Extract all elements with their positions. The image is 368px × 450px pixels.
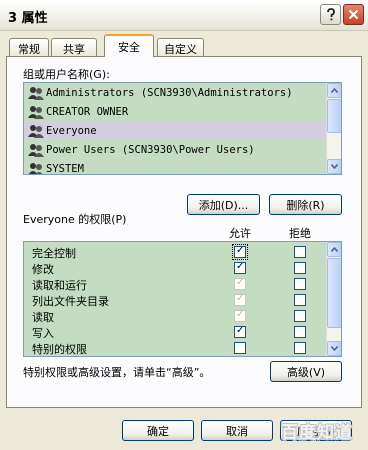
- permission-list[interactable]: 完全控制 ✓ 修改 ✓ 读取和运行 ✓ 列出文件夹目录 ✓ 读取 ✓ 写入 ✓: [23, 241, 342, 357]
- check-icon: ✓: [236, 277, 245, 288]
- permissions-label: Everyone 的权限(P): [23, 213, 127, 226]
- tab-general[interactable]: 常规: [9, 38, 49, 56]
- user-item-creator-owner[interactable]: CREATOR OWNER: [24, 102, 327, 121]
- question-icon: [326, 8, 335, 21]
- add-button-label: 添加(D)...: [198, 198, 249, 212]
- title-bar: 3 属性: [0, 0, 368, 31]
- chevron-down-icon: [331, 164, 338, 169]
- allow-checkbox[interactable]: [234, 342, 246, 354]
- check-icon: ✓: [236, 261, 245, 272]
- user-name: Everyone: [46, 124, 97, 137]
- tab-label: 安全: [118, 41, 140, 54]
- scroll-up-button[interactable]: [327, 242, 341, 257]
- permission-name: 读取和运行: [32, 279, 87, 292]
- tab-label: 自定义: [164, 43, 197, 56]
- ok-button[interactable]: 确定: [122, 420, 194, 441]
- permission-row-read: 读取 ✓: [24, 308, 327, 324]
- permission-row-list-folder: 列出文件夹目录 ✓: [24, 292, 327, 308]
- cancel-button[interactable]: 取消: [201, 420, 273, 441]
- deny-checkbox[interactable]: [294, 342, 306, 354]
- deny-column-header: 拒绝: [289, 227, 311, 240]
- tab-sharing[interactable]: 共享: [51, 38, 97, 56]
- permission-row-write: 写入 ✓: [24, 324, 327, 340]
- help-button[interactable]: [320, 4, 341, 25]
- permission-name: 列出文件夹目录: [32, 295, 109, 308]
- user-item-administrators[interactable]: Administrators (SCN3930\Administrators): [24, 83, 327, 102]
- watermark-logo: 百度知道: [281, 423, 353, 443]
- user-group-icon: [28, 86, 44, 100]
- permission-list-scrollbar[interactable]: [326, 242, 341, 356]
- user-list-scrollbar[interactable]: [326, 83, 341, 174]
- cancel-button-label: 取消: [226, 424, 248, 438]
- user-group-icon: [28, 162, 43, 174]
- check-icon: ✓: [236, 245, 245, 256]
- scroll-down-button[interactable]: [327, 341, 341, 356]
- add-user-button[interactable]: 添加(D)...: [187, 194, 260, 215]
- user-list[interactable]: Administrators (SCN3930\Administrators) …: [23, 82, 342, 175]
- user-list-area: Administrators (SCN3930\Administrators) …: [24, 83, 327, 174]
- user-item-power-users[interactable]: Power Users (SCN3930\Power Users): [24, 140, 327, 159]
- permission-row-full-control: 完全控制 ✓: [24, 244, 327, 260]
- tab-label: 共享: [63, 43, 85, 56]
- permission-name: 修改: [32, 263, 54, 276]
- advanced-button[interactable]: 高级(V): [270, 361, 342, 382]
- deny-checkbox[interactable]: [294, 278, 306, 290]
- user-item-system[interactable]: SYSTEM: [24, 159, 327, 174]
- permission-name: 特别的权限: [32, 343, 87, 356]
- advanced-hint-text: 特别权限或高级设置，请单击“高级”。: [23, 366, 211, 379]
- tab-custom[interactable]: 自定义: [157, 38, 204, 56]
- allow-checkbox: ✓: [234, 309, 246, 322]
- permission-row-special: 特别的权限: [24, 340, 327, 356]
- remove-user-button[interactable]: 删除(R): [269, 194, 342, 215]
- deny-checkbox[interactable]: [294, 310, 306, 322]
- deny-checkbox[interactable]: [294, 326, 306, 338]
- allow-checkbox: ✓: [234, 293, 246, 306]
- check-icon: ✓: [236, 325, 245, 336]
- allow-checkbox[interactable]: ✓: [232, 244, 248, 260]
- user-name: CREATOR OWNER: [46, 105, 129, 118]
- scroll-thumb[interactable]: [327, 258, 341, 328]
- scroll-down-button[interactable]: [327, 159, 341, 174]
- user-group-icon: [28, 143, 44, 157]
- chevron-up-icon: [331, 247, 338, 252]
- permission-name: 读取: [32, 311, 54, 324]
- check-icon: ✓: [236, 309, 245, 320]
- permission-row-read-execute: 读取和运行 ✓: [24, 276, 327, 292]
- user-name: SYSTEM: [46, 162, 84, 175]
- advanced-button-label: 高级(V): [286, 365, 326, 379]
- window-title: 3 属性: [8, 11, 48, 26]
- permission-name: 写入: [32, 327, 54, 340]
- chevron-down-icon: [331, 346, 338, 351]
- permission-list-area: 完全控制 ✓ 修改 ✓ 读取和运行 ✓ 列出文件夹目录 ✓ 读取 ✓ 写入 ✓: [24, 242, 327, 356]
- allow-checkbox[interactable]: ✓: [234, 325, 246, 338]
- tab-label: 常规: [18, 43, 40, 56]
- check-icon: ✓: [236, 293, 245, 304]
- allow-checkbox[interactable]: ✓: [234, 261, 246, 274]
- chevron-up-icon: [331, 88, 338, 93]
- permission-name: 完全控制: [32, 247, 76, 260]
- ok-button-label: 确定: [147, 424, 169, 438]
- close-icon: [348, 9, 359, 20]
- user-group-icon: [28, 105, 44, 119]
- close-button[interactable]: [343, 4, 364, 25]
- scroll-thumb[interactable]: [327, 99, 341, 133]
- deny-checkbox[interactable]: [294, 262, 306, 274]
- scroll-up-button[interactable]: [327, 83, 341, 98]
- tab-security[interactable]: 安全: [104, 34, 154, 57]
- deny-checkbox[interactable]: [294, 294, 306, 306]
- user-name: Administrators (SCN3930\Administrators): [46, 86, 293, 99]
- allow-column-header: 允许: [229, 227, 251, 240]
- remove-button-label: 删除(R): [286, 198, 325, 212]
- groups-label: 组或用户名称(G):: [23, 68, 110, 81]
- user-item-everyone[interactable]: Everyone: [24, 121, 327, 140]
- user-name: Power Users (SCN3930\Power Users): [46, 143, 255, 156]
- permission-row-modify: 修改 ✓: [24, 260, 327, 276]
- deny-checkbox[interactable]: [294, 246, 306, 258]
- allow-checkbox: ✓: [234, 277, 246, 290]
- user-group-icon: [28, 124, 44, 138]
